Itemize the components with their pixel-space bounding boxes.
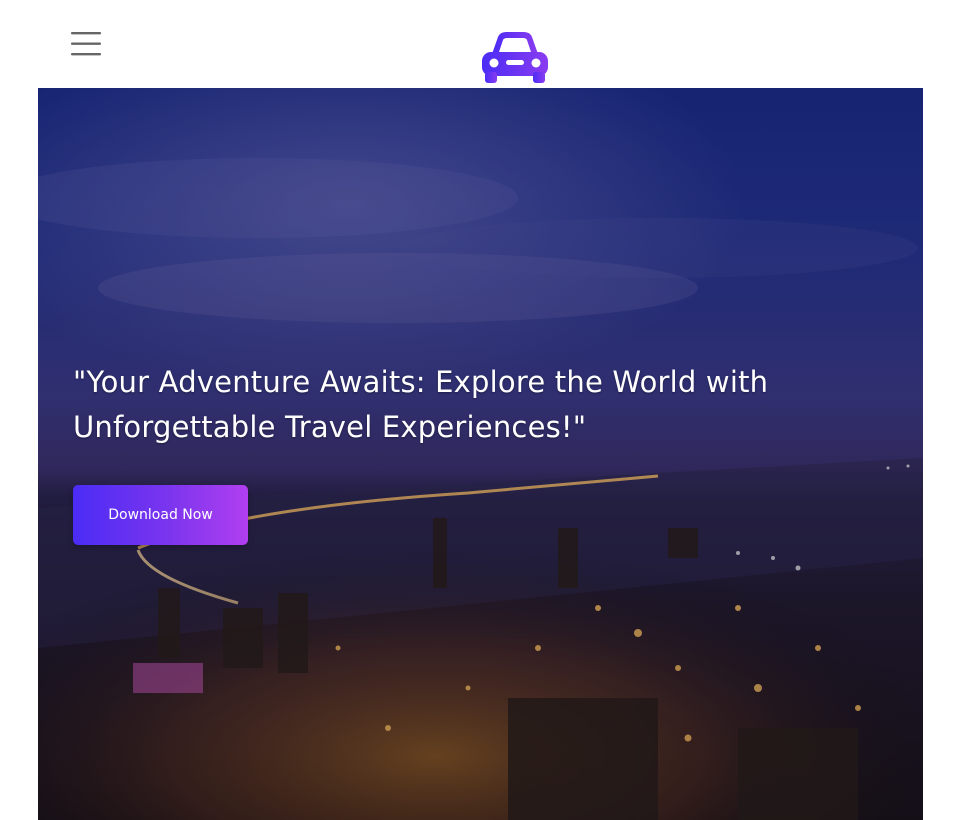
hamburger-menu-icon[interactable]	[68, 28, 104, 60]
hero-banner: "Your Adventure Awaits: Explore the Worl…	[38, 88, 923, 820]
page: "Your Adventure Awaits: Explore the Worl…	[0, 0, 960, 820]
top-header	[0, 0, 960, 88]
hero-headline: "Your Adventure Awaits: Explore the Worl…	[73, 360, 833, 450]
car-logo-icon[interactable]	[478, 28, 552, 86]
hero-background-image	[38, 88, 923, 820]
hero-headline-line1: "Your Adventure Awaits: Explore the Worl…	[73, 365, 769, 399]
hero-headline-line2: Unforgettable Travel Experiences!"	[73, 410, 587, 444]
download-now-button[interactable]: Download Now	[73, 485, 248, 545]
